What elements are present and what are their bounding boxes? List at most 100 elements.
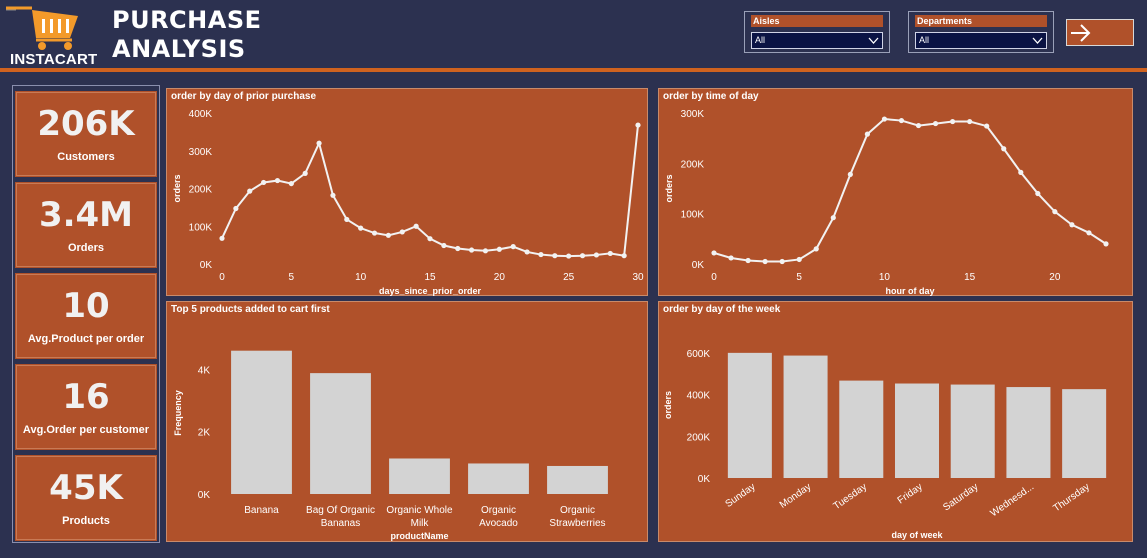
aisles-dropdown-value: All — [755, 35, 766, 45]
y-tick-label: 200K — [681, 159, 705, 170]
bar — [468, 463, 529, 494]
departments-dropdown[interactable]: All — [915, 32, 1047, 49]
kpi-card-products: 45K Products — [16, 456, 156, 540]
data-point — [728, 255, 734, 261]
chart-top-5-products[interactable]: Top 5 products added to cart first 0K 2K 4… — [166, 301, 648, 542]
bar — [547, 465, 608, 494]
x-tick-label: Saturday — [941, 481, 980, 513]
data-point — [358, 225, 364, 231]
data-point — [274, 177, 281, 184]
x-tick-label: 15 — [964, 272, 976, 283]
aisles-slicer-label: Aisles — [751, 15, 883, 27]
header-accent-line — [0, 68, 1147, 72]
kpi-value: 10 — [62, 286, 110, 326]
x-axis-label: day of week — [891, 530, 943, 540]
y-tick-label: 300K — [681, 109, 705, 120]
y-axis-label: orders — [663, 391, 673, 419]
data-point — [621, 253, 627, 259]
data-point — [915, 122, 922, 129]
chart-svg: 0K 200K 400K 600K Sunday Monday Tuesday Friday S… — [663, 349, 1107, 540]
kpi-card-orders: 3.4M Orders — [16, 183, 156, 267]
x-tick-label: Bag Of Organic — [306, 505, 375, 516]
data-point — [524, 249, 530, 255]
data-point — [864, 131, 870, 137]
data-point — [1052, 209, 1058, 215]
y-tick-label: 400K — [189, 109, 213, 120]
kpi-label: Customers — [57, 151, 115, 163]
data-point — [566, 253, 572, 259]
data-point — [984, 123, 990, 129]
x-tick-label: Monday — [778, 481, 813, 510]
x-tick-label: 0 — [219, 272, 225, 283]
x-tick-label: 0 — [711, 272, 717, 283]
data-point — [830, 215, 836, 221]
kpi-label: Products — [62, 515, 110, 527]
data-point — [233, 205, 239, 212]
x-tick-label: Avocado — [479, 518, 518, 529]
data-point — [427, 236, 433, 242]
data-point — [762, 258, 768, 265]
next-page-button[interactable] — [1066, 19, 1134, 46]
logo-text: INSTACART — [10, 51, 98, 68]
bar — [389, 458, 450, 494]
kpi-value: 16 — [62, 377, 110, 417]
chart-order-by-day-of-prior-purchase[interactable]: order by day of prior purchase 0K 100K 200… — [166, 88, 648, 296]
kpi-label: Avg.Order per customer — [22, 424, 150, 436]
y-axis-label: orders — [664, 174, 674, 202]
y-axis-label: Frequency — [173, 390, 183, 436]
data-point — [510, 244, 516, 250]
bar — [1006, 387, 1051, 478]
data-point — [813, 246, 819, 252]
data-point — [711, 250, 717, 256]
y-tick-label: 200K — [189, 185, 213, 196]
chevron-down-icon — [868, 37, 879, 44]
y-tick-label: 2K — [198, 428, 211, 439]
x-tick-label: 10 — [355, 272, 367, 283]
data-point — [635, 122, 641, 128]
data-point — [261, 179, 267, 186]
chevron-down-icon — [1032, 37, 1043, 44]
bar — [950, 384, 995, 478]
chart-order-by-day-of-week[interactable]: order by day of the week 0K 200K 400K 600K S… — [658, 301, 1133, 542]
x-tick-label: 5 — [796, 272, 802, 283]
data-point — [441, 242, 447, 249]
x-tick-label: 10 — [879, 272, 891, 283]
series-line — [713, 118, 1107, 263]
data-point — [607, 250, 613, 257]
y-tick-label: 0K — [692, 260, 705, 271]
aisles-slicer: Aisles All — [744, 11, 890, 53]
x-tick-label: Organic — [481, 505, 516, 516]
data-point — [1035, 190, 1041, 197]
chart-svg: 0K 2K 4K Banana Bag Of Organic Bananas Organic… — [173, 350, 608, 541]
y-tick-label: 100K — [681, 210, 705, 221]
kpi-card-customers: 206K Customers — [16, 92, 156, 176]
data-point — [950, 118, 956, 125]
y-tick-label: 4K — [198, 365, 211, 376]
y-tick-label: 100K — [189, 222, 213, 233]
data-point — [455, 245, 461, 252]
x-tick-label: Wednesd... — [989, 481, 1037, 519]
y-tick-label: 300K — [189, 147, 213, 158]
chart-svg: 0K 100K 200K 300K 400K 0 5 10 15 20 25 30 days_since… — [172, 109, 644, 296]
data-point — [469, 247, 475, 253]
x-tick-label: Organic — [560, 505, 595, 516]
data-point — [496, 246, 502, 252]
x-axis-label: productName — [390, 531, 448, 541]
data-point — [1103, 241, 1109, 247]
x-tick-label: 20 — [1049, 272, 1061, 283]
title-line-2: ANALYSIS — [112, 35, 246, 63]
y-tick-label: 0K — [198, 490, 211, 501]
x-tick-label: Sunday — [723, 481, 757, 509]
chart-order-by-time-of-day[interactable]: order by time of day 0K 100K 200K 300K 0 5 10 1… — [658, 88, 1133, 296]
data-point — [847, 171, 853, 178]
bar — [783, 355, 828, 478]
data-point — [1018, 169, 1024, 175]
y-tick-label: 0K — [200, 260, 213, 271]
title-line-1: PURCHASE — [112, 6, 262, 34]
data-point — [1086, 230, 1092, 236]
aisles-dropdown[interactable]: All — [751, 32, 883, 49]
y-axis-label: orders — [172, 174, 182, 202]
bar — [894, 383, 940, 478]
data-point — [593, 252, 599, 258]
data-point — [482, 248, 489, 254]
